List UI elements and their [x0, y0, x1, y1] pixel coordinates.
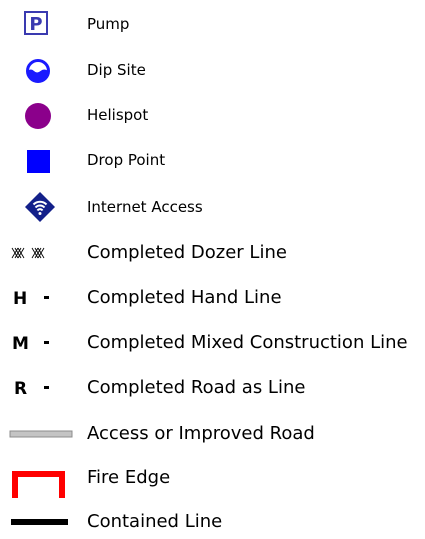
internet-access-icon [25, 192, 55, 222]
legend-item-dip-site: Dip Site [0, 54, 425, 88]
legend-label-contained-line: Contained Line [87, 511, 223, 532]
mixed-line-icon: M [12, 334, 49, 354]
legend-label-road-line: Completed Road as Line [87, 377, 306, 398]
legend-label-fire-edge: Fire Edge [87, 467, 171, 488]
svg-text:R: R [14, 379, 27, 399]
legend-label-pump: Pump [87, 15, 130, 33]
legend-item-internet-access: Internet Access [0, 190, 425, 224]
svg-text:M: M [12, 334, 29, 354]
road-line-icon: R [14, 379, 49, 399]
legend-label-dozer-line: Completed Dozer Line [87, 242, 287, 263]
contained-line-icon [11, 519, 68, 525]
legend-label-hand-line: Completed Hand Line [87, 287, 282, 308]
legend-item-dozer-line: Completed Dozer Line [0, 236, 425, 270]
legend-item-road: Access or Improved Road [0, 417, 425, 451]
svg-text:H: H [13, 289, 27, 309]
legend-item-hand-line: H Completed Hand Line [0, 281, 425, 315]
legend-label-mixed-line: Completed Mixed Construction Line [87, 332, 408, 353]
helispot-icon [25, 103, 51, 129]
legend-item-helispot: Helispot [0, 99, 425, 133]
road-icon [9, 430, 73, 438]
legend-item-drop-point: Drop Point [0, 144, 425, 178]
legend-label-helispot: Helispot [87, 106, 149, 124]
legend-label-drop-point: Drop Point [87, 151, 166, 169]
fire-edge-icon [12, 471, 65, 498]
legend-item-mixed-line: M Completed Mixed Construction Line [0, 326, 425, 360]
legend-label-internet-access: Internet Access [87, 198, 203, 216]
dozer-line-icon [11, 247, 45, 259]
legend-label-road: Access or Improved Road [87, 423, 315, 444]
legend-item-road-line: R Completed Road as Line [0, 371, 425, 405]
legend-item-pump: P Pump [0, 8, 425, 42]
pump-icon: P [24, 11, 48, 35]
map-legend: P Pump Dip Site Helispot Drop Point Inte… [0, 0, 425, 539]
legend-item-contained-line: Contained Line [0, 507, 425, 539]
legend-item-fire-edge: Fire Edge [0, 462, 425, 502]
drop-point-icon [27, 150, 50, 173]
dip-site-icon [26, 59, 50, 83]
hand-line-icon: H [13, 289, 49, 309]
legend-label-dip-site: Dip Site [87, 61, 146, 79]
svg-text:P: P [29, 14, 42, 35]
